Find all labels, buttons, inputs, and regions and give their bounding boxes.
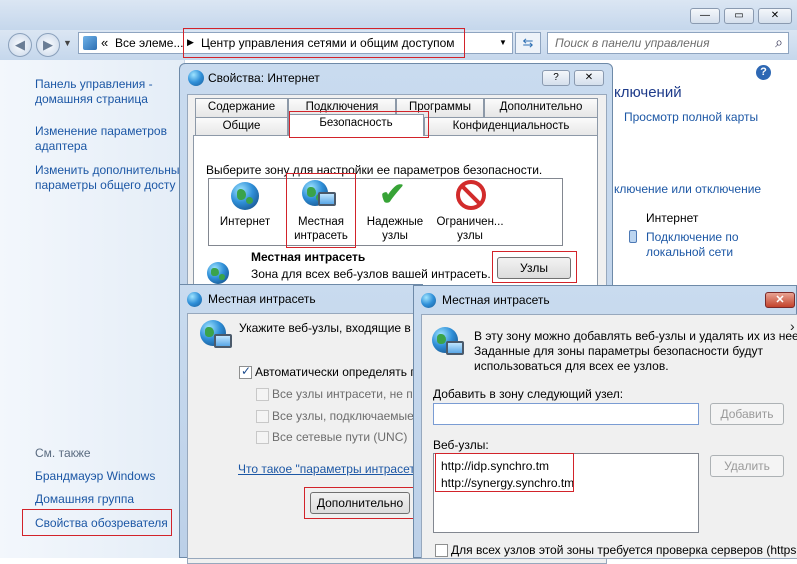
zone-intranet-label2: интрасеть	[294, 230, 348, 242]
help-icon[interactable]: ?	[756, 65, 771, 80]
minimize-button[interactable]: —	[690, 8, 720, 24]
sidebar-firewall[interactable]: Брандмауэр Windows	[35, 469, 155, 483]
remove-site-button[interactable]: Удалить	[710, 455, 784, 477]
opt-bypass-proxy-checkbox[interactable]	[256, 410, 269, 423]
sidebar-sharing-line2: параметры общего досту	[35, 178, 176, 192]
internet-label: Интернет	[646, 211, 699, 225]
intranet1-icon	[200, 320, 234, 354]
history-dropdown-icon[interactable]: ▼	[63, 38, 72, 48]
sites-list[interactable]: http://idp.synchro.tm http://synergy.syn…	[433, 453, 699, 533]
sidebar-adapter-line1: Изменение параметров	[35, 124, 167, 138]
tab-content[interactable]: Содержание	[195, 98, 288, 117]
sidebar-sharing-line1: Изменить дополнительные	[35, 163, 187, 177]
sidebar-home-line1: Панель управления -	[35, 77, 153, 91]
zone-restricted-label2: узлы	[457, 230, 483, 242]
globe-icon	[231, 182, 259, 210]
add-site-label: Добавить в зону следующий узел:	[433, 387, 624, 401]
sidebar-control-panel-home[interactable]: Панель управления - домашняя страница	[35, 77, 153, 107]
sidebar-home-line2: домашняя страница	[35, 92, 148, 106]
control-panel-icon	[83, 36, 97, 50]
sites-list-label: Веб-узлы:	[433, 438, 489, 452]
require-https-checkbox[interactable]	[435, 544, 448, 557]
opt-intranet-sites-checkbox[interactable]	[256, 388, 269, 401]
tab-privacy[interactable]: Конфиденциальность	[424, 117, 598, 136]
sidebar-homegroup[interactable]: Домашняя группа	[35, 492, 134, 506]
intranet-monitor-icon	[318, 192, 336, 206]
zone-local-intranet[interactable]: Местная интрасеть	[288, 176, 354, 246]
breadcrumb-all-items[interactable]: Все элеме...	[115, 36, 183, 50]
zone-trusted[interactable]: ✔ Надежные узлы	[362, 176, 428, 242]
zone-trusted-label2: узлы	[382, 230, 408, 242]
breadcrumb-network-center[interactable]: Центр управления сетями и общим доступом	[201, 36, 455, 50]
cursor-icon: ›	[790, 318, 795, 334]
sidebar-ie-options[interactable]: Свойства обозревателя	[35, 516, 168, 530]
intranet1-prompt: Укажите веб-узлы, входящие в зо	[239, 321, 427, 335]
forward-arrow-icon[interactable]: ▶	[36, 33, 60, 57]
tab-advanced[interactable]: Дополнительно	[484, 98, 598, 117]
list-item[interactable]: http://synergy.synchro.tm	[441, 476, 574, 490]
intranet2-info: В эту зону можно добавлять веб-узлы и уд…	[474, 329, 797, 374]
maximize-button[interactable]: ▭	[724, 8, 754, 24]
info-line1: В эту зону можно добавлять веб-узлы и уд…	[474, 329, 797, 343]
add-site-button[interactable]: Добавить	[710, 403, 784, 425]
zone-description: Зона для всех веб-узлов вашей интрасеть.	[251, 267, 491, 281]
opt-unc-checkbox[interactable]	[256, 431, 269, 444]
see-also-heading: См. также	[35, 446, 91, 460]
zone-restricted[interactable]: Ограничен... узлы	[434, 180, 506, 242]
close-icon[interactable]: ✕	[765, 292, 795, 308]
intranet2-icon	[432, 327, 466, 361]
info-line2: Заданные для зоны параметры безопасности…	[474, 344, 764, 358]
sidebar-change-adapter[interactable]: Изменение параметров адаптера	[35, 124, 167, 154]
sites-button[interactable]: Узлы	[497, 257, 571, 279]
lan-connection-link[interactable]: Подключение по локальной сети	[646, 230, 739, 260]
lan-line1: Подключение по	[646, 230, 739, 244]
advanced-button[interactable]: Дополнительно	[310, 492, 410, 514]
sidebar-adapter-line2: адаптера	[35, 139, 88, 153]
intranet2-title: Местная интрасеть	[442, 293, 550, 307]
opt-intranet-sites-label: Все узлы интрасети, не пер	[272, 387, 427, 401]
view-full-map-link[interactable]: Просмотр полной карты	[624, 110, 758, 124]
intranet1-title: Местная интрасеть	[208, 292, 316, 306]
connections-title: ключений	[614, 84, 682, 101]
sidebar-advanced-sharing[interactable]: Изменить дополнительные параметры общего…	[35, 163, 186, 193]
zone-trusted-label1: Надежные	[366, 216, 424, 228]
address-prefix[interactable]: «	[101, 35, 108, 50]
tab-security[interactable]: Безопасность	[288, 114, 424, 136]
add-site-input[interactable]	[433, 403, 699, 425]
inet-props-help-button[interactable]: ?	[542, 70, 570, 86]
checkmark-icon: ✔	[379, 176, 406, 212]
search-placeholder: Поиск в панели управления	[555, 36, 710, 50]
opt-unc-label: Все сетевые пути (UNC)	[272, 430, 408, 444]
close-window-button[interactable]: ✕	[758, 8, 792, 24]
search-icon[interactable]: ⌕	[775, 34, 783, 51]
zone-internet-label: Интернет	[219, 216, 271, 228]
info-line3: использоваться для всех ее узлов.	[474, 359, 669, 373]
require-https-label[interactable]: Для всех узлов этой зоны требуется прове…	[451, 543, 797, 557]
zone-internet[interactable]: Интернет	[213, 180, 277, 242]
back-arrow-icon[interactable]: ◀	[8, 33, 32, 57]
breadcrumb-separator-icon[interactable]: ▶	[187, 37, 194, 48]
auto-detect-checkbox[interactable]	[239, 364, 252, 379]
tab-general[interactable]: Общие	[195, 117, 288, 136]
lan-line2: локальной сети	[646, 245, 734, 259]
zone-intranet-label1: Местная	[297, 216, 345, 228]
address-bar[interactable]: « Все элеме... ▶ Центр управления сетями…	[78, 32, 513, 54]
explorer-sidebar: Панель управления - домашняя страница Из…	[0, 60, 186, 558]
zone-prompt: Выберите зону для настройки ее параметро…	[206, 163, 543, 177]
opt-bypass-proxy-label: Все узлы, подключаемые ми	[272, 409, 433, 423]
address-dropdown-icon[interactable]: ▼	[499, 38, 507, 47]
connect-disconnect-link[interactable]: ключение или отключение	[614, 182, 761, 196]
auto-detect-label[interactable]: Автоматически определять пр	[255, 365, 424, 379]
zone-heading: Местная интрасеть	[251, 250, 366, 264]
list-item[interactable]: http://idp.synchro.tm	[441, 459, 549, 473]
lan-adapter-icon	[629, 230, 637, 243]
search-input[interactable]: Поиск в панели управления ⌕	[547, 32, 789, 54]
no-entry-icon	[456, 180, 486, 210]
inet-props-close-button[interactable]: ✕	[574, 70, 604, 86]
whats-intranet-link[interactable]: Что такое "параметры интрасети"	[238, 462, 426, 476]
explorer-titlebar	[0, 0, 797, 30]
zone-restricted-label1: Ограничен...	[436, 216, 504, 228]
refresh-icon[interactable]: ⇆	[515, 32, 541, 54]
